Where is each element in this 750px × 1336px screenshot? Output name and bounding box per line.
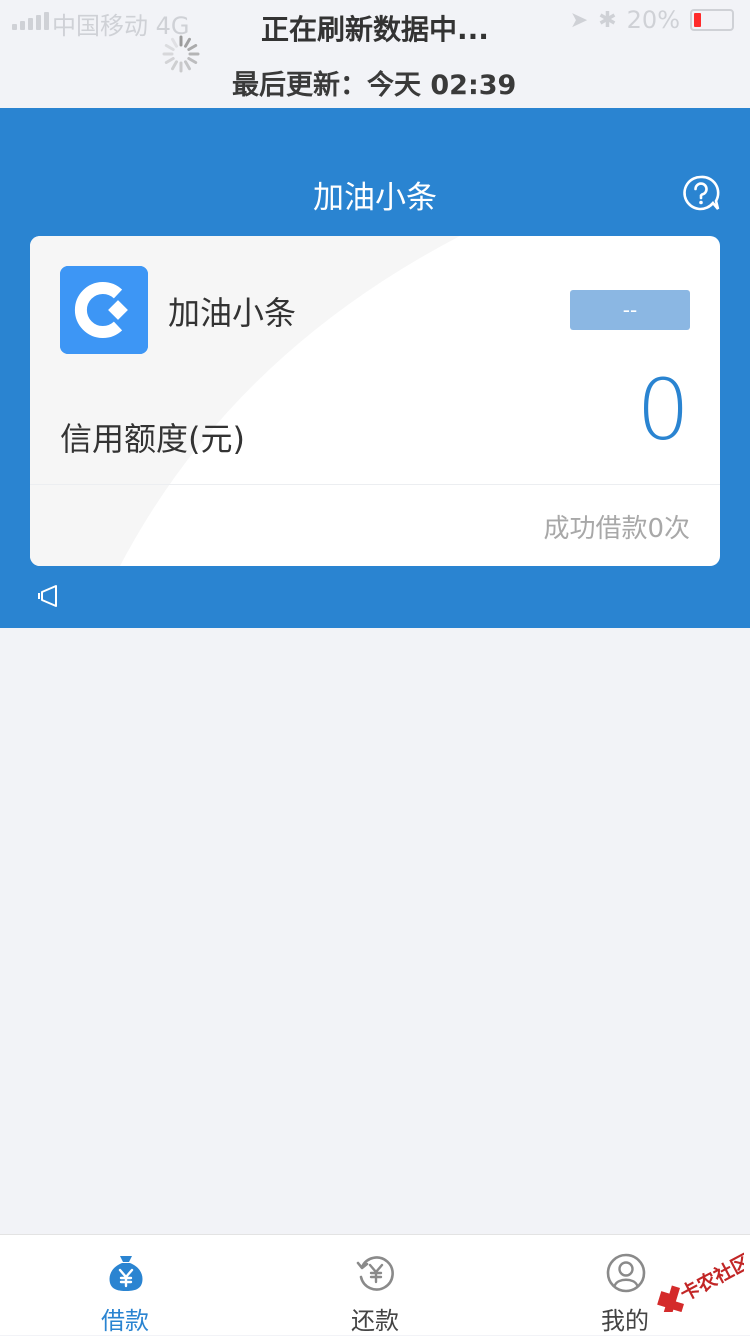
status-chip[interactable]: -- bbox=[570, 290, 690, 330]
product-name: 加油小条 bbox=[168, 294, 297, 332]
credit-limit-label: 信用额度(元) bbox=[60, 420, 245, 458]
card-divider bbox=[30, 484, 720, 485]
page-title: 加油小条 bbox=[313, 180, 437, 216]
credit-card-panel[interactable]: 加油小条 -- 信用额度(元) 0 成功借款0次 bbox=[30, 236, 720, 566]
money-bag-icon bbox=[109, 1256, 143, 1291]
bottom-tab-bar: 借款 还款 我的 bbox=[0, 1234, 750, 1335]
last-update-text: 最后更新：今天 02:39 bbox=[232, 70, 517, 101]
announcement-speaker-icon[interactable] bbox=[36, 584, 60, 608]
credit-limit-value: 0 bbox=[636, 361, 690, 459]
watermark-logo: 卡农社区 bbox=[657, 1250, 744, 1312]
help-icon[interactable] bbox=[682, 174, 720, 212]
refresh-status-text: 正在刷新数据中... bbox=[261, 13, 489, 46]
pull-to-refresh-area: 中国移动 4G ➤ ✱ 20% 正在刷新数据中... 最后更新：今天 02:39 bbox=[0, 0, 750, 108]
user-icon bbox=[606, 1253, 646, 1293]
successful-borrow-count: 成功借款0次 bbox=[543, 514, 690, 544]
tab-borrow[interactable]: 借款 bbox=[0, 1235, 250, 1335]
repay-icon bbox=[356, 1256, 394, 1291]
tab-repay[interactable]: 还款 bbox=[250, 1235, 500, 1335]
tab-repay-label: 还款 bbox=[351, 1307, 399, 1335]
svg-text:卡农社区: 卡农社区 bbox=[676, 1250, 744, 1306]
tab-borrow-label: 借款 bbox=[101, 1307, 149, 1335]
app-logo-icon bbox=[60, 266, 148, 354]
